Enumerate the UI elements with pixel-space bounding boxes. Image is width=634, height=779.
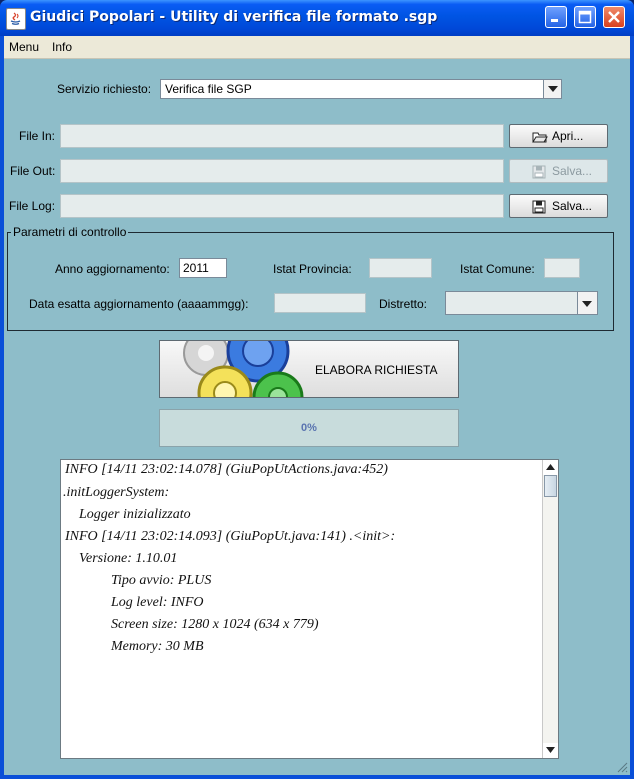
- close-button[interactable]: [603, 6, 625, 28]
- scroll-thumb[interactable]: [544, 475, 557, 497]
- chevron-down-icon: [582, 301, 592, 307]
- elabora-label: ELABORA RICHIESTA: [315, 363, 438, 377]
- istat-provincia-input[interactable]: [369, 258, 432, 278]
- log-line: Versione: 1.10.01: [79, 551, 178, 566]
- log-line: Tipo avvio: PLUS: [111, 573, 212, 588]
- data-aggiornamento-input[interactable]: [274, 293, 366, 313]
- chevron-down-icon: [548, 86, 558, 92]
- title-bar[interactable]: Giudici Popolari - Utility di verifica f…: [0, 0, 634, 36]
- maximize-button[interactable]: [574, 6, 596, 28]
- file-log-field[interactable]: [60, 194, 504, 218]
- log-line: Screen size: 1280 x 1024 (634 x 779): [111, 617, 319, 632]
- log-line: Log level: INFO: [111, 595, 204, 610]
- progress-text: 0%: [301, 422, 317, 434]
- apri-button[interactable]: Apri...: [509, 124, 608, 148]
- anno-label: Anno aggiornamento:: [55, 262, 170, 276]
- minimize-button[interactable]: [545, 6, 567, 28]
- anno-input[interactable]: 2011: [179, 258, 227, 278]
- arrow-up-icon: [546, 464, 555, 470]
- maximize-icon: [578, 10, 592, 24]
- open-folder-icon: [532, 132, 548, 143]
- scroll-down-button[interactable]: [543, 743, 558, 758]
- servizio-dropdown-button[interactable]: [543, 80, 561, 98]
- servizio-select[interactable]: Verifica file SGP: [160, 79, 562, 99]
- log-scrollbar[interactable]: [542, 460, 558, 758]
- salva-log-button[interactable]: Salva...: [509, 194, 608, 218]
- window-title: Giudici Popolari - Utility di verifica f…: [30, 9, 438, 25]
- file-out-label: File Out:: [10, 164, 56, 178]
- resize-grip-icon[interactable]: [616, 761, 628, 773]
- save-disk-icon: [532, 200, 546, 214]
- main-panel: Servizio richiesto: Verifica file SGP Fi…: [4, 59, 630, 775]
- istat-provincia-label: Istat Provincia:: [273, 262, 352, 276]
- istat-comune-input[interactable]: [544, 258, 580, 278]
- java-app-icon[interactable]: [6, 8, 26, 30]
- servizio-selected-value: Verifica file SGP: [165, 82, 252, 96]
- servizio-label: Servizio richiesto:: [57, 82, 152, 96]
- istat-comune-label: Istat Comune:: [460, 262, 535, 276]
- scroll-up-button[interactable]: [543, 460, 558, 475]
- progress-bar: 0%: [159, 409, 459, 447]
- salva-out-button[interactable]: Salva...: [509, 159, 608, 183]
- file-log-label: File Log:: [9, 199, 56, 213]
- frame-right: [630, 36, 634, 779]
- parametri-title: Parametri di controllo: [11, 225, 129, 239]
- menu-item-menu[interactable]: Menu: [9, 40, 39, 54]
- elabora-button[interactable]: ELABORA RICHIESTA: [159, 340, 459, 398]
- save-disk-icon: [532, 165, 546, 179]
- data-aggiornamento-label: Data esatta aggiornamento (aaaammgg):: [29, 297, 249, 311]
- log-line: .initLoggerSystem:: [63, 485, 170, 500]
- log-textarea[interactable]: INFO [14/11 23:02:14.078] (GiuPopUtActio…: [60, 459, 559, 759]
- file-in-label: File In:: [19, 129, 56, 143]
- menu-item-info[interactable]: Info: [52, 40, 72, 54]
- distretto-select[interactable]: [445, 291, 598, 315]
- salva-out-label: Salva...: [552, 164, 593, 178]
- distretto-label: Distretto:: [379, 297, 428, 311]
- file-in-field[interactable]: [60, 124, 504, 148]
- distretto-dropdown-button[interactable]: [577, 292, 597, 314]
- app-window: Giudici Popolari - Utility di verifica f…: [0, 0, 634, 779]
- minimize-icon: [551, 19, 558, 22]
- log-line: Logger inizializzato: [79, 507, 191, 522]
- frame-bottom: [0, 775, 634, 779]
- log-line: Memory: 30 MB: [111, 639, 204, 654]
- gears-icon: [183, 341, 304, 397]
- arrow-down-icon: [546, 747, 555, 753]
- file-out-field[interactable]: [60, 159, 504, 183]
- salva-log-label: Salva...: [552, 199, 593, 213]
- menu-bar: Menu Info: [4, 36, 630, 59]
- parametri-group: Parametri di controllo Anno aggiornament…: [7, 225, 614, 331]
- log-line: INFO [14/11 23:02:14.078] (GiuPopUtActio…: [65, 462, 388, 477]
- apri-label: Apri...: [552, 129, 584, 143]
- close-icon: [608, 11, 620, 23]
- log-line: INFO [14/11 23:02:14.093] (GiuPopUt.java…: [65, 529, 396, 544]
